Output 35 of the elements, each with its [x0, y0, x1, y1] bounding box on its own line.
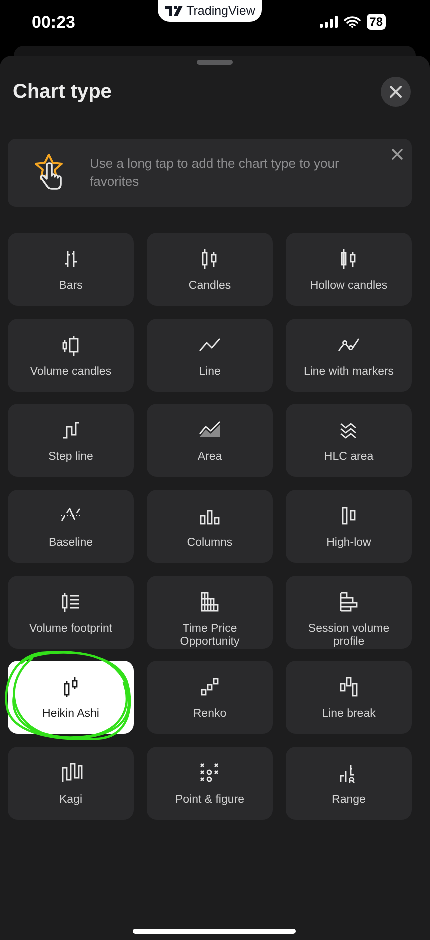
star-hand-icon — [32, 153, 66, 193]
chart-type-tile[interactable]: Volume candles — [8, 318, 134, 392]
chart-type-tile[interactable]: Heikin Ashi — [8, 661, 134, 734]
chart-type-tile[interactable]: Volume footprint — [8, 576, 134, 649]
close-icon — [390, 86, 402, 98]
close-icon — [392, 148, 402, 160]
chart-type-tile[interactable]: Time Price Opportunity — [147, 576, 273, 649]
chart-type-tile[interactable]: HLC area — [286, 404, 412, 478]
wifi-icon — [344, 16, 361, 28]
close-button[interactable] — [390, 147, 404, 161]
chart-type-tile[interactable]: Renko — [147, 661, 273, 734]
drag-handle[interactable] — [197, 60, 233, 65]
battery-indicator: 78 — [366, 14, 386, 30]
chart-type-tile[interactable]: Session volume profile — [286, 576, 412, 649]
chart-type-tile[interactable]: Bars — [8, 233, 134, 306]
chart-type-tile[interactable]: Candles — [147, 233, 273, 306]
hint-text: Use a long tap to add the chart type to your favorites — [90, 155, 340, 191]
chart-type-tile[interactable]: Line — [147, 318, 273, 392]
chart-type-tile[interactable]: Area — [147, 404, 273, 478]
chart-type-tile[interactable]: Range — [286, 747, 412, 820]
close-button[interactable] — [381, 77, 411, 107]
chart-type-tile[interactable]: Line break — [286, 661, 412, 734]
chart-type-tile[interactable]: Hollow candles — [286, 233, 412, 306]
chart-type-tile[interactable]: Baseline — [8, 490, 134, 564]
clock-time: 00:23 — [32, 13, 76, 33]
chart-type-tile[interactable]: Columns — [147, 490, 273, 564]
chart-type-tile[interactable]: Step line — [8, 404, 134, 478]
app-badge: TradingView — [158, 0, 262, 22]
chart-type-tile[interactable]: Line with markers — [286, 318, 412, 392]
chart-type-tile[interactable]: High-low — [286, 490, 412, 564]
sheet-title: Chart type — [13, 80, 112, 104]
logo-icon — [164, 6, 183, 16]
chart-type-tile[interactable]: Kagi — [8, 747, 134, 820]
signal-icon — [320, 16, 338, 28]
chart-type-tile[interactable]: Point & figure — [147, 747, 273, 820]
